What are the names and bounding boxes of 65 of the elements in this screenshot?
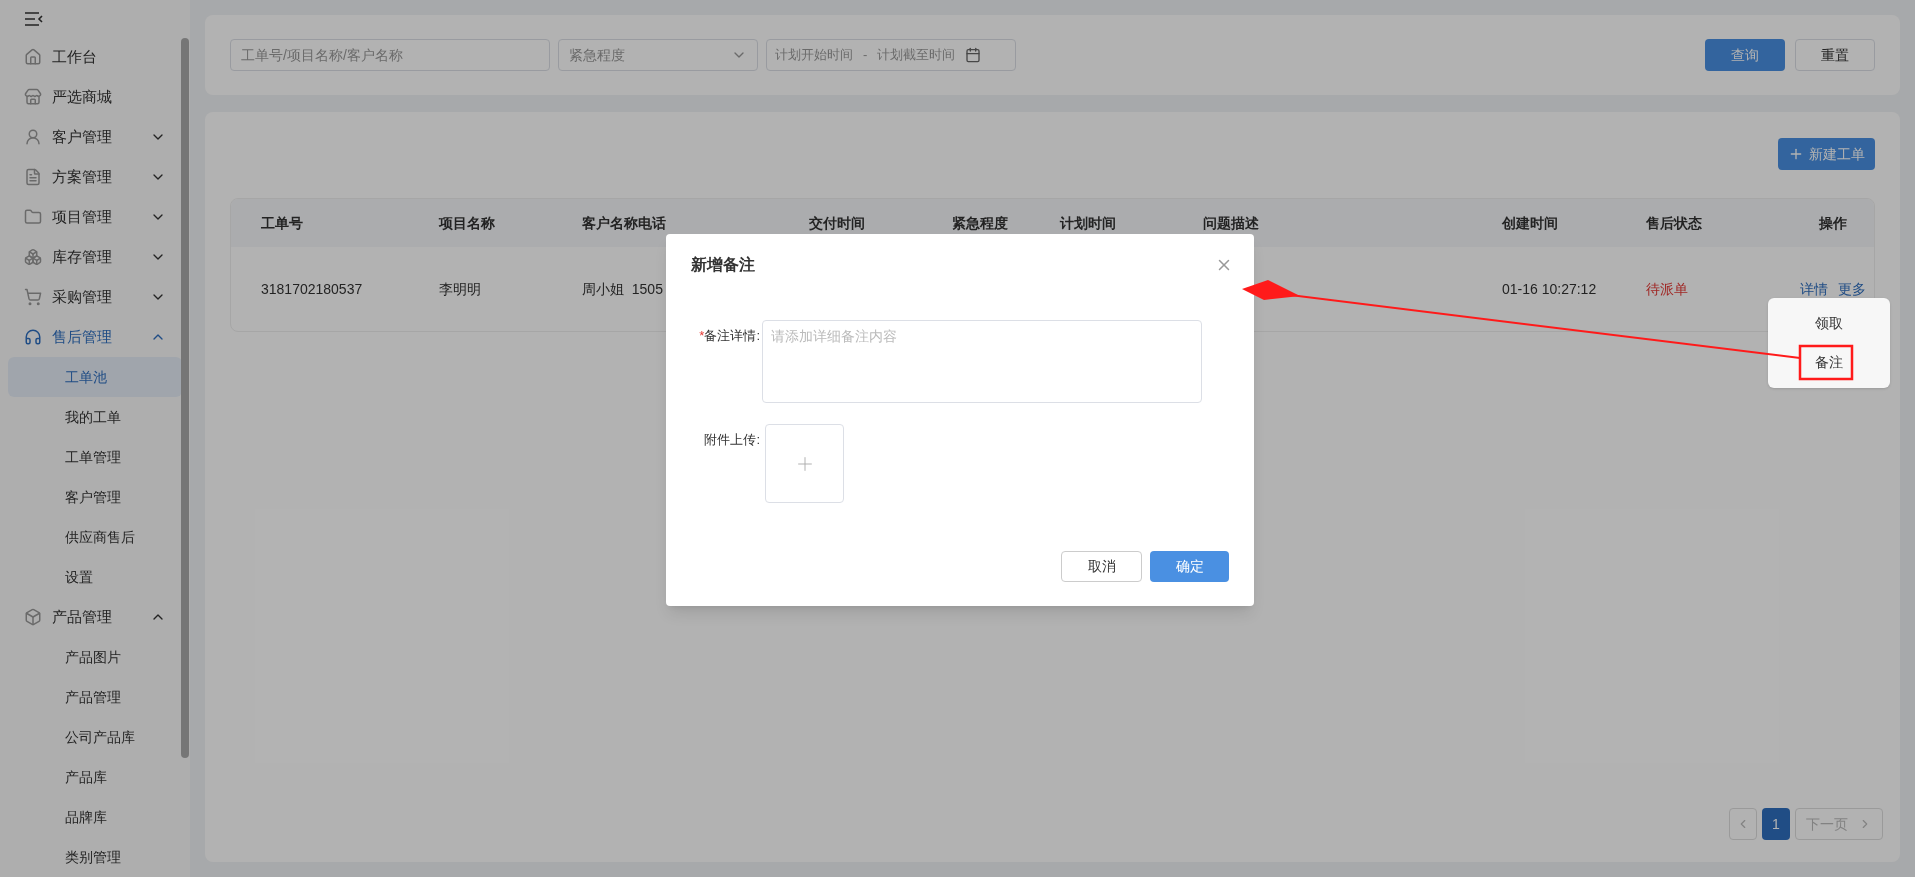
- upload-button[interactable]: [765, 424, 844, 503]
- house-icon: [24, 48, 42, 66]
- table-cell-text: 李明明: [439, 279, 481, 299]
- column-header: 问题描述: [1203, 213, 1259, 233]
- sidebar-item[interactable]: 方案管理: [0, 157, 190, 197]
- field-label: 附件上传:: [704, 431, 760, 449]
- previous-page-button[interactable]: [1729, 808, 1757, 840]
- sidebar-item[interactable]: 项目管理: [0, 197, 190, 237]
- submenu-item[interactable]: 工单管理: [8, 437, 182, 477]
- column-header: 操作: [1818, 213, 1847, 233]
- box-icon: [24, 608, 42, 626]
- sidebar-item[interactable]: 售后管理: [0, 317, 190, 357]
- action-link[interactable]: 更多: [1837, 278, 1866, 300]
- submenu-item[interactable]: 产品图片: [8, 637, 182, 677]
- column-header: 客户名称电话: [582, 213, 666, 233]
- sidebar-item[interactable]: 库存管理: [0, 237, 190, 277]
- status-text: 待派单: [1646, 279, 1688, 299]
- blocks-icon: [24, 248, 42, 266]
- column-header: 售后状态: [1646, 213, 1702, 233]
- column-header: 交付时间: [809, 213, 865, 233]
- submenu-item[interactable]: 客户管理: [8, 477, 182, 517]
- submenu-item[interactable]: 品牌库: [8, 797, 182, 837]
- headset-icon: [24, 328, 42, 346]
- submenu-item[interactable]: 类别管理: [8, 837, 182, 877]
- submenu-item[interactable]: 工单池: [8, 357, 182, 397]
- column-header: 紧急程度: [952, 213, 1008, 233]
- sidebar-item[interactable]: 产品管理: [0, 597, 190, 637]
- required-mark: *: [699, 327, 705, 345]
- sidebar-item[interactable]: 工作台: [0, 37, 190, 77]
- folder-icon: [24, 208, 42, 226]
- table-cell-text: 周小姐 1505: [582, 279, 663, 299]
- menu-item[interactable]: 备注: [1815, 352, 1843, 373]
- submenu-item[interactable]: 设置: [8, 557, 182, 597]
- menu-item[interactable]: 领取: [1815, 313, 1843, 334]
- search-field[interactable]: 工单号/项目名称/客户名称: [230, 39, 550, 71]
- submenu-item[interactable]: 产品库: [8, 757, 182, 797]
- store-icon: [24, 88, 42, 106]
- action-link[interactable]: 详情: [1799, 278, 1828, 300]
- calendar-icon: [965, 47, 982, 63]
- sidebar-item[interactable]: 严选商城: [0, 77, 190, 117]
- dialog-title: 新增备注: [691, 255, 755, 275]
- sidebar-item[interactable]: 客户管理: [0, 117, 190, 157]
- scrollbar[interactable]: [181, 38, 189, 758]
- submenu-item[interactable]: 公司产品库: [8, 717, 182, 757]
- cancel-button[interactable]: 取消: [1061, 551, 1142, 582]
- submenu-item[interactable]: 供应商售后: [8, 517, 182, 557]
- column-header: 项目名称: [439, 213, 495, 233]
- highlight-frame: [1798, 344, 1854, 381]
- submenu-item[interactable]: 产品管理: [8, 677, 182, 717]
- page-button[interactable]: 1: [1762, 808, 1790, 840]
- field-label: 备注详情:: [704, 327, 760, 345]
- document-icon: [24, 168, 42, 186]
- plus-icon: [1788, 146, 1804, 162]
- user-icon: [24, 128, 42, 146]
- column-header: 计划时间: [1060, 213, 1116, 233]
- remark-field[interactable]: 请添加详细备注内容: [762, 320, 1202, 403]
- column-header: 创建时间: [1502, 213, 1558, 233]
- column-header: 工单号: [261, 213, 303, 233]
- submenu-item[interactable]: 我的工单: [8, 397, 182, 437]
- reset-button[interactable]: 重置: [1795, 39, 1875, 71]
- table-cell-text: 3181702180537: [261, 279, 363, 299]
- table-cell-text: 01-16 10:27:12: [1502, 279, 1597, 299]
- menu-collapse-icon[interactable]: [24, 11, 44, 26]
- sidebar-item[interactable]: 采购管理: [0, 277, 190, 317]
- cart-icon: [24, 288, 42, 306]
